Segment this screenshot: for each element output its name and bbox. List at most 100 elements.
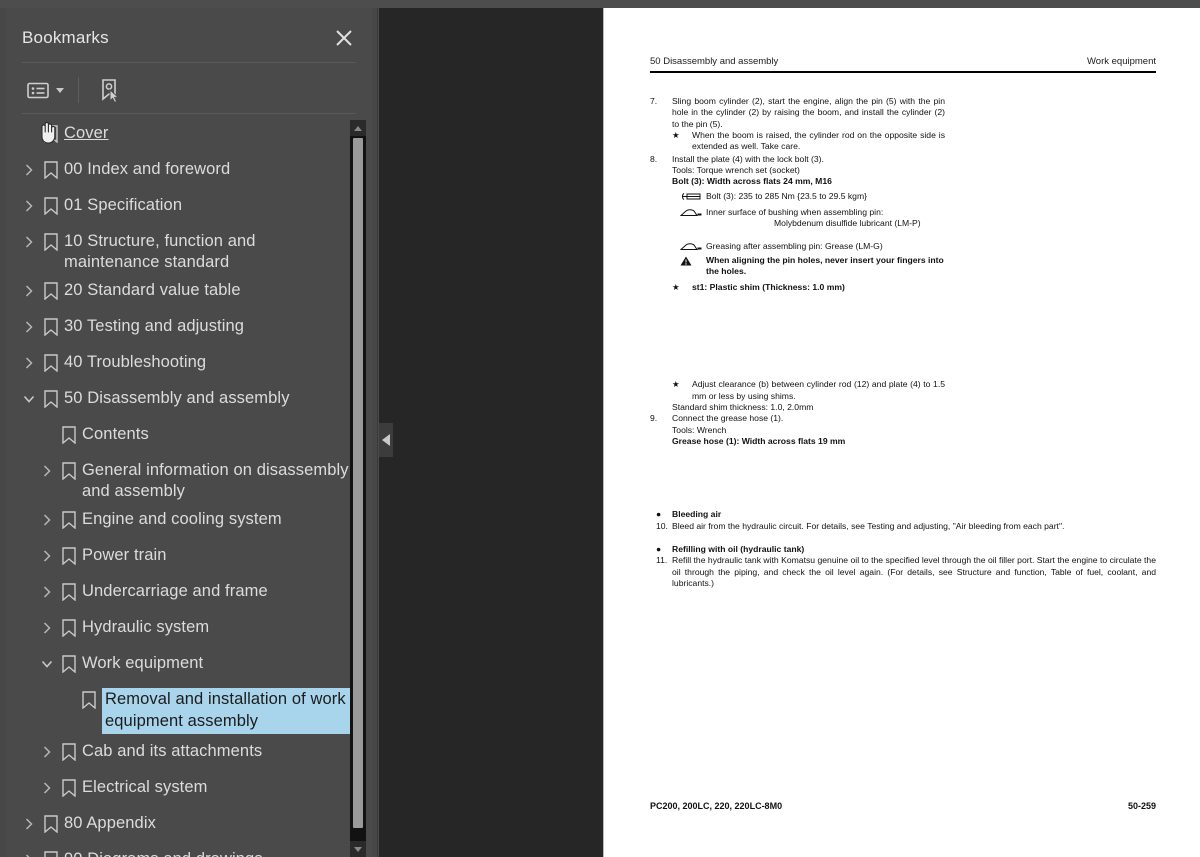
bookmark-item-electrical-system[interactable]: Electrical system [6,770,372,806]
bookmark-label: Undercarriage and frame [82,582,268,601]
new-bookmark-button[interactable] [93,74,127,106]
bookmark-item-removal-and-installation[interactable]: Removal and installation of work equipme… [6,682,372,735]
bullet-icon: ● [656,509,662,520]
chevron-right-icon[interactable] [38,616,56,640]
bookmark-icon [38,279,64,303]
bookmark-label: Engine and cooling system [82,510,282,529]
bookmark-item-testing-and-adjusting[interactable]: 30 Testing and adjusting [6,309,372,345]
new-bookmark-pointer-icon [102,79,120,103]
bookmark-item-structure-function[interactable]: 10 Structure, function and maintenance s… [6,224,372,273]
close-icon[interactable] [332,26,356,50]
step-8-tools: Tools: Torque wrench set (socket) [672,165,800,176]
bookmark-item-index-and-foreword[interactable]: 00 Index and foreword [6,152,372,188]
page-header-right: Work equipment [1087,56,1156,67]
refilling-oil-heading: ● Refilling with oil (hydraulic tank) [650,544,1156,555]
bookmark-icon [38,848,64,857]
chevron-left-icon [382,434,390,446]
pdf-page: 50 Disassembly and assembly Work equipme… [603,8,1200,857]
warning-triangle-icon [680,255,706,269]
bookmark-label: Work equipment [82,654,204,673]
torque-spec-text: Bolt (3): 235 to 285 Nm {23.5 to 29.5 kg… [706,190,867,201]
chevron-right-icon[interactable] [20,279,38,303]
panel-title: Bookmarks [22,28,109,47]
bookmark-item-power-train[interactable]: Power train [6,538,372,574]
chevron-right-icon[interactable] [20,158,38,182]
bleeding-air-title: Bleeding air [672,509,722,520]
chevron-right-icon[interactable] [38,776,56,800]
bookmark-item-hydraulic-system[interactable]: Hydraulic system [6,610,372,646]
star-icon: ★ [672,379,680,390]
bookmark-label: 01 Specification [64,196,183,214]
bookmark-icon [56,423,82,447]
chevron-right-icon[interactable] [38,544,56,568]
step-11-text: Refill the hydraulic tank with Komatsu g… [672,555,1156,588]
bookmark-options-button[interactable] [22,74,68,106]
bookmark-item-appendix[interactable]: 80 Appendix [6,806,372,842]
lubricant-spec-line2: Molybdenum disulfide lubricant (LM-P) [774,218,921,229]
chevron-right-icon[interactable] [38,508,56,532]
page-number: 50-259 [1127,801,1156,811]
collapse-sidebar-handle[interactable] [379,423,393,457]
bookmark-item-undercarriage-and-frame[interactable]: Undercarriage and frame [6,574,372,610]
bookmark-item-cover[interactable]: Cover [6,116,372,152]
step-8-bolt-spec: Bolt (3): Width across flats 24 mm, M16 [672,176,832,187]
step-7-number: 7. [650,96,658,106]
chevron-right-icon[interactable] [20,351,38,375]
bookmark-item-cab-and-its-attachments[interactable]: Cab and its attachments [6,734,372,770]
bookmark-item-troubleshooting[interactable]: 40 Troubleshooting [6,345,372,381]
bookmark-item-disassembly-and-assembly[interactable]: 50 Disassembly and assembly [6,381,372,417]
pdf-reader-window: Bookmarks Cover 00 Index and foreword 01… [0,0,1200,857]
page-footer-left: PC200, 200LC, 220, 220LC-8M0 [650,801,783,811]
bookmark-item-contents[interactable]: Contents [6,417,372,453]
bookmark-item-standard-value-table[interactable]: 20 Standard value table [6,273,372,309]
chevron-right-icon[interactable] [38,580,56,604]
bookmark-item-engine-and-cooling-system[interactable]: Engine and cooling system [6,502,372,538]
scrollbar-down-button[interactable] [350,841,366,857]
bookmark-icon [38,812,64,836]
bookmark-icon [38,351,64,375]
chevron-right-icon[interactable] [20,315,38,339]
shim-standard-thickness: Standard shim thickness: 1.0, 2.0mm [672,401,814,412]
bookmark-icon [56,616,82,640]
scrollbar-thumb[interactable] [353,138,363,828]
lubricant-icon [679,207,706,220]
chevron-right-icon[interactable] [38,740,56,764]
bookmarks-panel-header: Bookmarks [6,8,372,58]
bookmark-item-work-equipment[interactable]: Work equipment [6,646,372,682]
step-7-text: Sling boom cylinder (2), start the engin… [672,96,945,129]
twisty-none [38,423,56,447]
bookmark-label: Power train [82,546,167,565]
bookmark-item-diagrams-and-drawings[interactable]: 90 Diagrams and drawings [6,842,372,857]
bookmark-label: 80 Appendix [64,813,156,832]
bookmark-icon [56,508,82,532]
header-divider [22,62,356,63]
chevron-right-icon[interactable] [20,812,38,836]
bookmark-label: Cover [64,124,109,142]
bookmark-icon [38,158,64,182]
twisty-none [20,122,38,146]
chevron-down-icon[interactable] [20,387,38,411]
chevron-right-icon[interactable] [20,230,38,254]
step-11-number: 11. [656,555,668,566]
bookmark-label: 90 Diagrams and drawings [64,848,263,857]
chevron-right-icon[interactable] [20,194,38,218]
bookmark-item-general-information[interactable]: General information on disassembly and a… [6,453,372,502]
bookmark-icon [38,387,64,411]
step-10-number: 10. [656,520,668,531]
lubricant-spec-row: Inner surface of bushing when assembling… [650,207,945,230]
bookmark-item-specification[interactable]: 01 Specification [6,188,372,224]
chevron-right-icon[interactable] [20,848,38,857]
bookmark-tree[interactable]: Cover 00 Index and foreword 01 Specifica… [6,116,372,857]
chevron-down-icon[interactable] [38,652,56,676]
torque-wrench-icon [680,191,706,204]
bookmark-icon [38,315,64,339]
toolbar-separator [78,77,79,103]
bookmarks-scrollbar[interactable] [350,120,366,857]
step-8: 8. Install the plate (4) with the lock b… [650,154,945,165]
document-viewer: 50 Disassembly and assembly Work equipme… [379,8,1200,857]
chevron-right-icon[interactable] [38,459,56,483]
scrollbar-up-button[interactable] [350,120,366,136]
step-9-spec: Grease hose (1): Width across flats 19 m… [672,435,846,446]
bookmark-icon [56,459,82,483]
